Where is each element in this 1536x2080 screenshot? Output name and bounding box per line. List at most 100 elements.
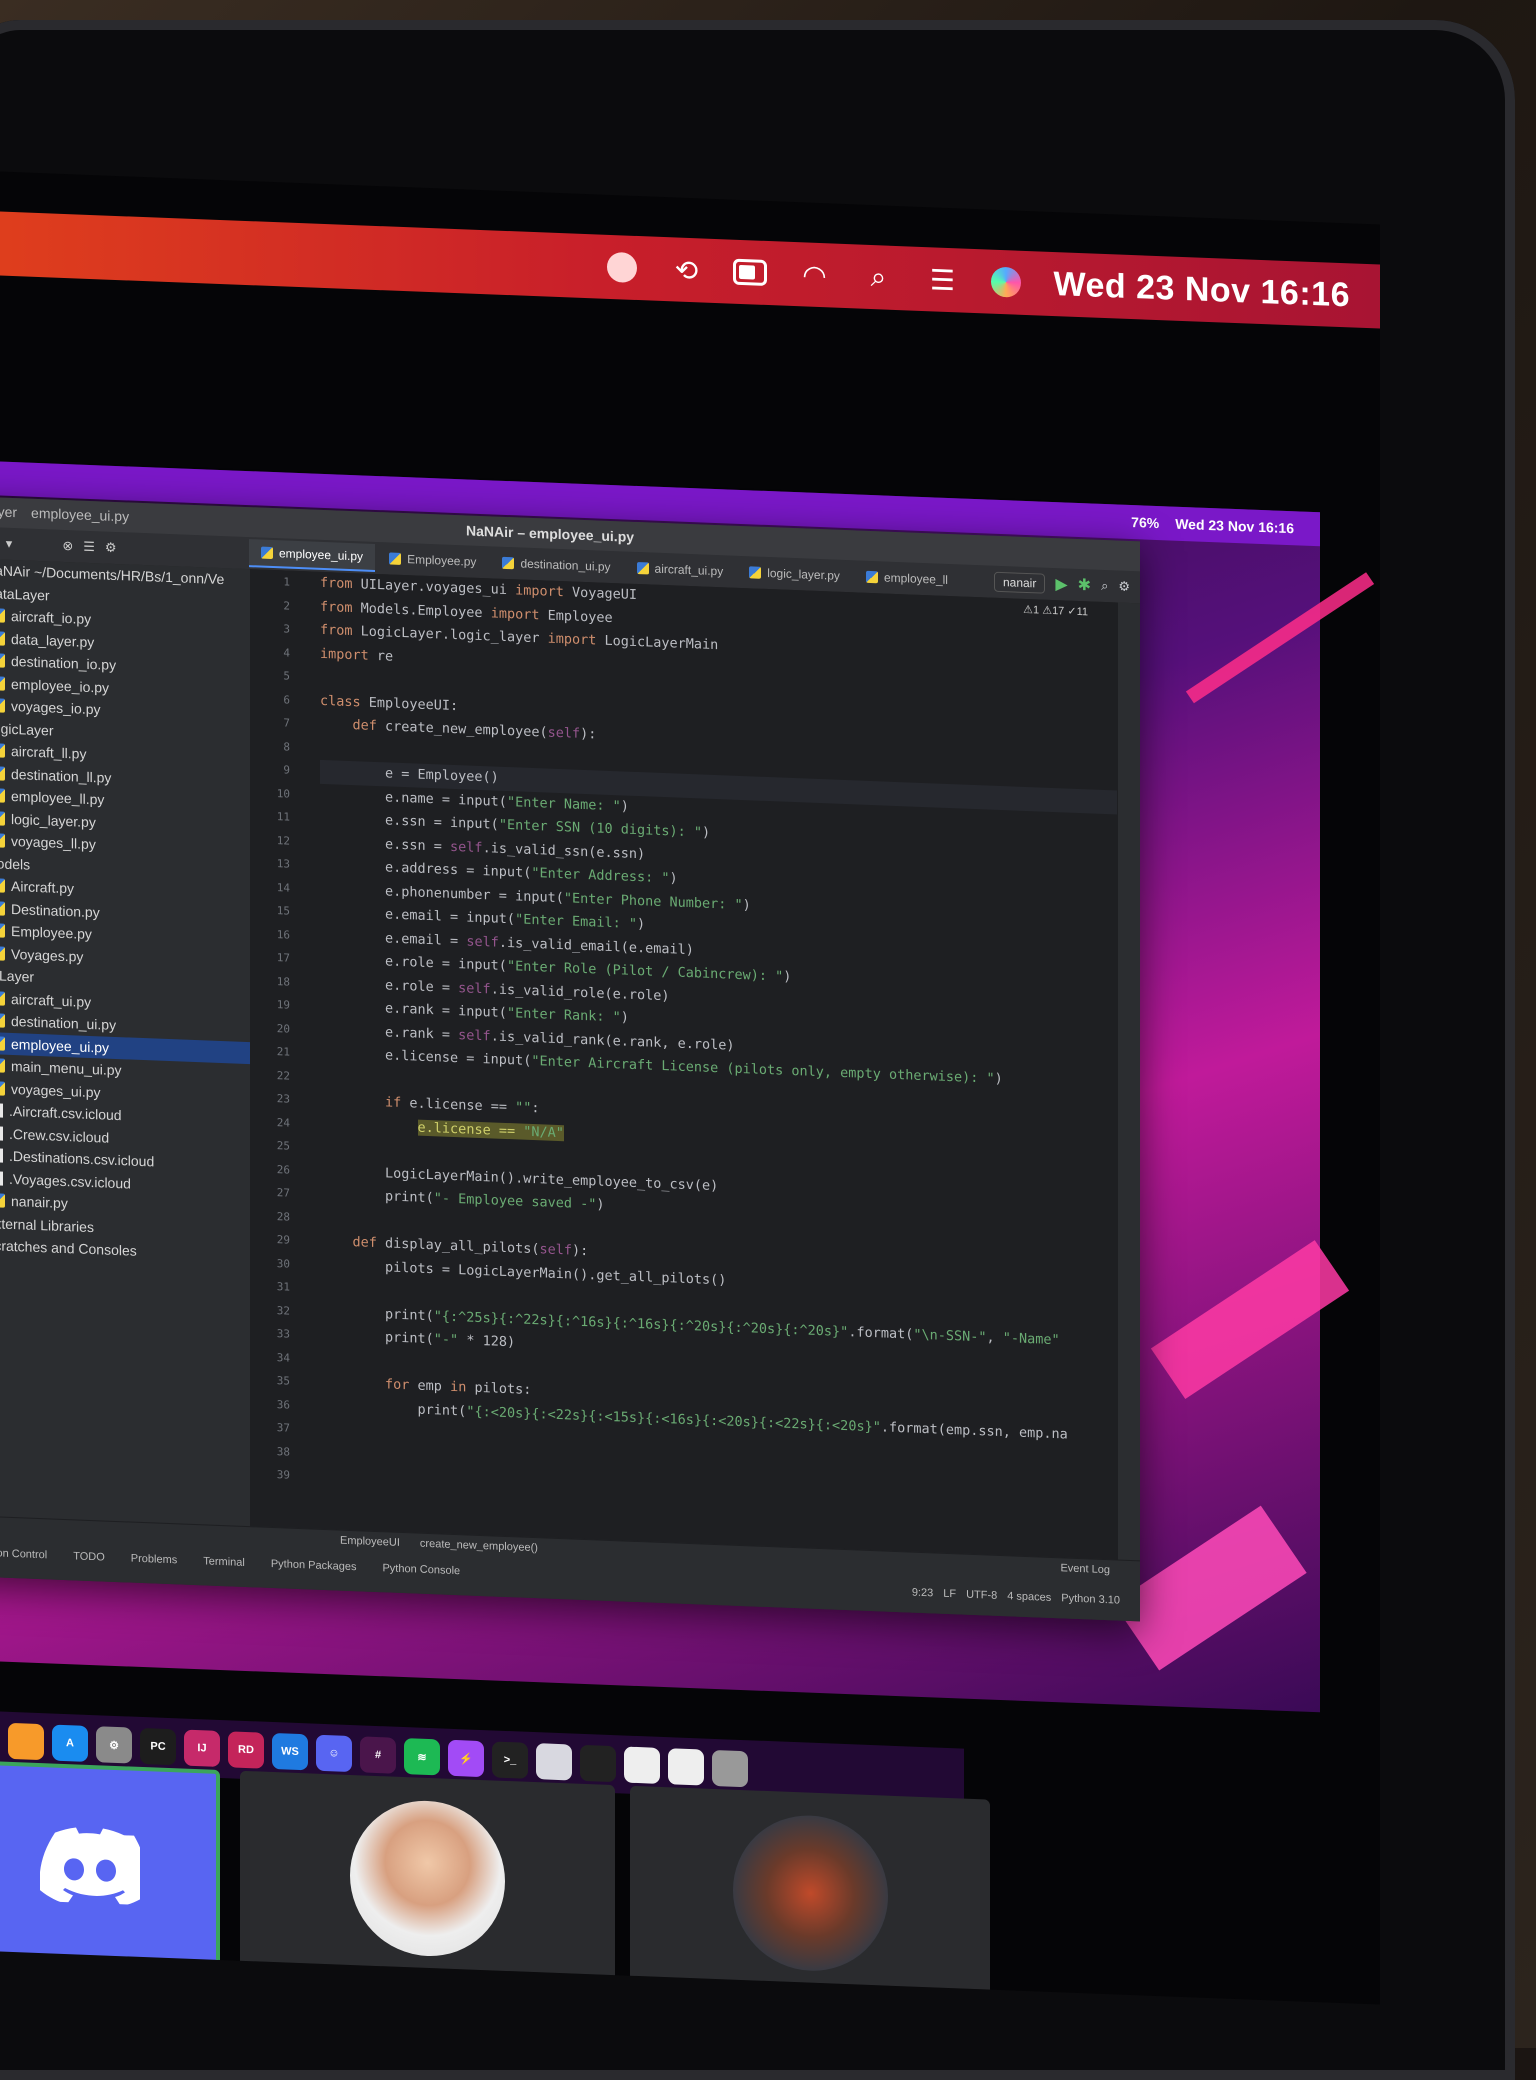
pycharm-dock-icon[interactable]: PC — [140, 1727, 176, 1766]
tool-window-todo[interactable]: TODO — [73, 1550, 105, 1563]
tab-employee-py[interactable]: Employee.py — [377, 545, 488, 575]
tab-destination_ui-py[interactable]: destination_ui.py — [490, 549, 622, 580]
line-number: 37 — [276, 1421, 290, 1435]
laptop-bezel: ⟲ ◠ ⌕ ☰ Wed 23 Nov 16:16 76% Wed 23 Nov … — [0, 20, 1515, 2080]
discord-call-tile-self[interactable] — [0, 1760, 220, 1970]
settings-dock-icon[interactable]: ⚙ — [96, 1726, 132, 1764]
discord-dock-icon[interactable]: ☺ — [316, 1734, 352, 1773]
python-file-icon — [636, 561, 649, 575]
indent-setting[interactable]: 4 spaces — [1007, 1590, 1051, 1604]
run-toolbar: nanair ▶ ✱ ⌕ ⚙ — [993, 571, 1140, 598]
run-configuration-select[interactable]: nanair — [993, 571, 1046, 594]
python-file-icon — [0, 1080, 5, 1096]
menu-bar-clock[interactable]: Wed 23 Nov 16:16 — [1053, 265, 1350, 315]
line-number: 21 — [276, 1045, 290, 1059]
tab-employee_ui-py[interactable]: employee_ui.py — [249, 539, 376, 572]
tree-item-label: voyages_ui.py — [11, 1080, 101, 1101]
control-center-icon[interactable]: ☰ — [925, 262, 959, 297]
python-interpreter[interactable]: Python 3.10 — [1061, 1592, 1120, 1606]
pages-dock-icon[interactable] — [8, 1722, 44, 1761]
project-panel-header[interactable]: roject ▾ ⊗ ☰ ⚙ — [0, 534, 249, 561]
line-number: 33 — [276, 1327, 290, 1341]
search-everywhere-icon[interactable]: ⌕ — [1101, 578, 1108, 594]
rider-dock-icon[interactable]: RD — [228, 1731, 264, 1769]
tool-window-version-control[interactable]: Version Control — [0, 1546, 47, 1561]
python-file-icon — [0, 900, 5, 916]
breadcrumb-class[interactable]: EmployeeUI — [340, 1535, 400, 1549]
tree-item-label: nanair.py — [11, 1193, 68, 1212]
caret-position[interactable]: 9:23 — [912, 1587, 933, 1600]
inner-clock[interactable]: Wed 23 Nov 16:16 — [1175, 516, 1294, 537]
file-encoding[interactable]: UTF-8 — [966, 1589, 997, 1602]
line-number: 9 — [283, 763, 290, 777]
breadcrumb-method[interactable]: create_new_employee() — [420, 1538, 538, 1555]
file-icon — [0, 1148, 3, 1163]
inspection-indicators[interactable]: ⚠1 ⚠17 ✓11 — [1023, 603, 1088, 618]
tree-item-label: voyages_ll.py — [11, 833, 96, 853]
tool-window-python-packages[interactable]: Python Packages — [271, 1558, 357, 1573]
pycharm-window: UILayer employee_ui.py NaNAir – employee… — [0, 496, 1140, 1622]
tool-window-python-console[interactable]: Python Console — [382, 1562, 460, 1577]
tree-item-label: employee_ll.py — [11, 788, 105, 808]
tab-label: aircraft_ui.py — [654, 561, 724, 579]
trash-dock-icon[interactable] — [712, 1749, 748, 1788]
line-number: 36 — [276, 1397, 290, 1412]
tab-aircraft_ui-py[interactable]: aircraft_ui.py — [625, 555, 736, 585]
terminal-dock-icon[interactable]: >_ — [492, 1741, 528, 1779]
status-indicators: 9:23 LF UTF-8 4 spaces Python 3.10 — [912, 1587, 1120, 1607]
chevron-down-icon[interactable]: ▾ — [6, 536, 13, 552]
python-file-icon — [865, 570, 878, 584]
line-number: 30 — [276, 1256, 290, 1271]
code-breadcrumb: EmployeeUI create_new_employee() — [340, 1535, 538, 1555]
breadcrumb-folder[interactable]: UILayer — [0, 502, 17, 520]
preview-dock-icon[interactable] — [536, 1743, 572, 1781]
right-tool-strip[interactable] — [1117, 602, 1140, 1562]
tool-window-terminal[interactable]: Terminal — [203, 1555, 245, 1569]
collapse-all-icon[interactable]: ⊗ — [62, 538, 73, 554]
python-file-icon — [0, 990, 5, 1006]
textedit-dock-icon[interactable] — [624, 1746, 660, 1784]
breadcrumb-file[interactable]: employee_ui.py — [31, 505, 129, 525]
search-icon[interactable]: ⌕ — [861, 260, 895, 295]
line-number: 11 — [276, 810, 290, 824]
discord-call-tile-participant[interactable] — [240, 1770, 615, 1986]
file-icon — [0, 1103, 3, 1118]
app-store-dock-icon[interactable]: A — [52, 1724, 88, 1762]
slack-dock-icon[interactable]: # — [360, 1736, 396, 1774]
wifi-icon[interactable]: ◠ — [797, 257, 831, 292]
python-file-icon — [0, 608, 5, 623]
tool-window-problems[interactable]: Problems — [131, 1553, 177, 1567]
python-file-icon — [0, 630, 5, 646]
line-number: 5 — [283, 669, 290, 683]
expand-icon[interactable]: ☰ — [83, 539, 95, 555]
tab-logic_layer-py[interactable]: logic_layer.py — [737, 559, 852, 589]
settings-icon[interactable]: ⚙ — [1118, 578, 1130, 594]
screen-sync-icon[interactable]: ⟲ — [669, 252, 703, 287]
activity-monitor-dock-icon[interactable] — [580, 1744, 616, 1783]
debug-icon[interactable]: ✱ — [1078, 575, 1091, 596]
tree-item-label: aircraft_ll.py — [11, 743, 87, 763]
line-number-gutter: 1 2 3 4 5 6 7 8 9 10 11 12 13 14 15 16 17 18 19 20 21 22 23 24 2… — [250, 569, 312, 1530]
tab-employee_ll[interactable]: employee_ll — [854, 563, 960, 593]
spotify-dock-icon[interactable]: ≋ — [404, 1738, 440, 1776]
files-dock-icon[interactable] — [668, 1748, 704, 1786]
nav-breadcrumb: UILayer employee_ui.py — [0, 502, 129, 524]
tree-item-label: aircraft_io.py — [11, 608, 92, 628]
line-separator[interactable]: LF — [943, 1588, 956, 1600]
code-area[interactable]: from UILayer.voyages_ui import VoyageUI f… — [320, 572, 1118, 1519]
settings-gear-icon[interactable]: ⚙ — [105, 540, 117, 556]
tab-label: destination_ui.py — [520, 556, 611, 574]
record-dot-icon[interactable] — [605, 250, 639, 285]
messenger-dock-icon[interactable]: ⚡ — [448, 1739, 484, 1778]
run-icon[interactable]: ▶ — [1055, 574, 1067, 594]
battery-icon[interactable] — [733, 255, 768, 290]
tree-item-label: LogicLayer — [0, 719, 54, 739]
python-file-icon — [0, 675, 5, 691]
webstorm-dock-icon[interactable]: WS — [272, 1732, 308, 1771]
siri-icon[interactable] — [989, 265, 1023, 300]
event-log[interactable]: Event Log — [1060, 1562, 1110, 1576]
discord-call-tile-participant[interactable] — [630, 1785, 990, 2000]
code-editor[interactable]: 1 2 3 4 5 6 7 8 9 10 11 12 13 14 15 16 17 18 19 20 21 22 23 24 2… — [250, 569, 1118, 1561]
python-file-icon — [0, 923, 5, 938]
intellij-dock-icon[interactable]: IJ — [184, 1729, 220, 1767]
